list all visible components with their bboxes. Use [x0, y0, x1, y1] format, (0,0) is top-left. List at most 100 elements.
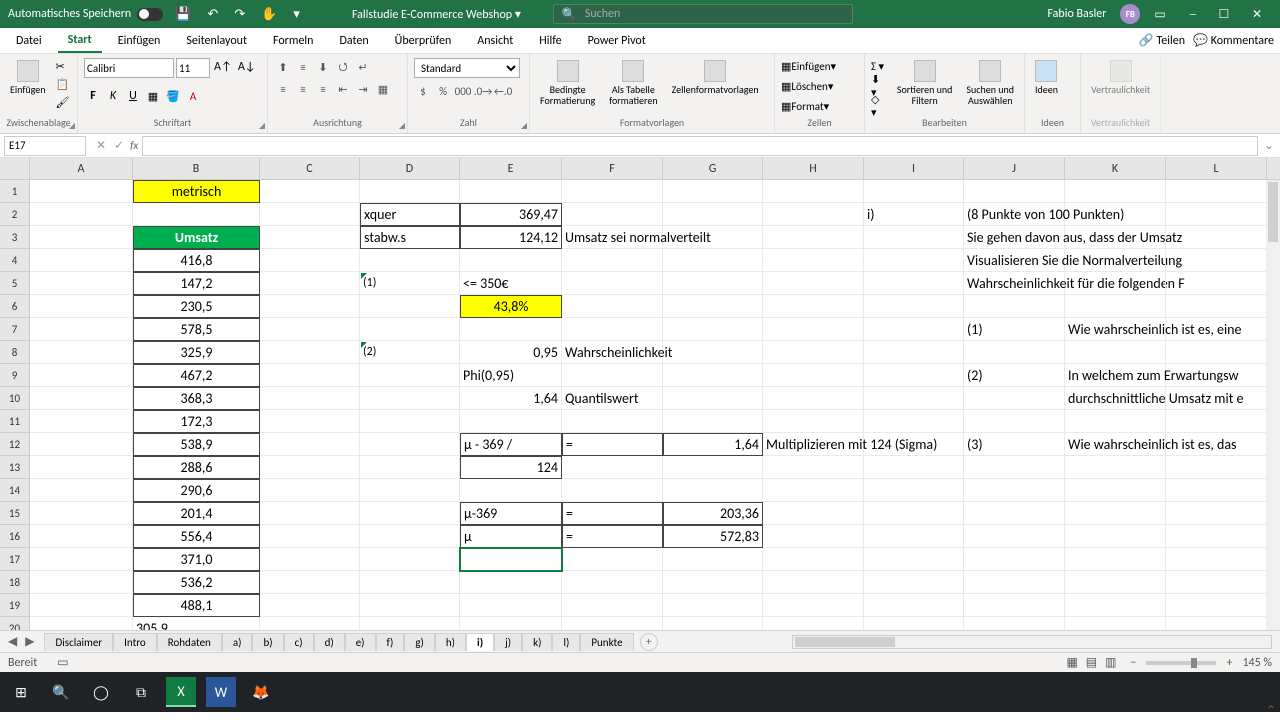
fill-button[interactable]: ⬇ ▾ [871, 78, 887, 94]
ideas-button[interactable]: Ideen [1031, 58, 1062, 97]
italic-button[interactable]: K [104, 87, 122, 105]
vertical-scrollbar[interactable] [1266, 180, 1280, 630]
insert-cells[interactable]: ▦ Einfügen ▾ [781, 58, 836, 74]
cell-H1[interactable] [763, 180, 864, 203]
cell-K20[interactable] [1065, 617, 1166, 630]
cell-J13[interactable] [964, 456, 1065, 479]
cell-C17[interactable] [260, 548, 360, 571]
cell-D19[interactable] [360, 594, 460, 617]
redo-icon[interactable]: ↷ [234, 7, 245, 22]
cell-D3[interactable]: stabw.s [360, 226, 460, 249]
cell-G17[interactable] [663, 548, 763, 571]
minimize-button[interactable]: ─ [1180, 8, 1206, 22]
zoom-in-icon[interactable]: + [1226, 656, 1232, 670]
cell-G16[interactable]: 572,83 [663, 525, 763, 548]
row-header-9[interactable]: 9 [0, 364, 30, 387]
cell-H7[interactable] [763, 318, 864, 341]
cell-L12[interactable] [1166, 433, 1267, 456]
cell-B9[interactable]: 467,2 [133, 364, 260, 387]
cell-G18[interactable] [663, 571, 763, 594]
cell-B19[interactable]: 488,1 [133, 594, 260, 617]
col-header-E[interactable]: E [460, 158, 562, 179]
indent-inc[interactable]: ⇥ [354, 80, 372, 98]
search-taskbar-icon[interactable]: 🔍 [46, 677, 76, 707]
cell-L4[interactable] [1166, 249, 1267, 272]
cell-B11[interactable]: 172,3 [133, 410, 260, 433]
font-size[interactable] [176, 58, 210, 78]
bold-button[interactable]: F [84, 87, 102, 105]
cell-E16[interactable]: µ [460, 525, 562, 548]
cell-G5[interactable] [663, 272, 763, 295]
clear-button[interactable]: ◇ ▾ [871, 98, 887, 114]
cut-icon[interactable]: ✂ [56, 58, 70, 74]
delete-cells[interactable]: ▦ Löschen ▾ [781, 78, 836, 94]
cell-I18[interactable] [864, 571, 964, 594]
col-header-J[interactable]: J [964, 158, 1065, 179]
cell-J10[interactable] [964, 387, 1065, 410]
cell-D15[interactable] [360, 502, 460, 525]
cell-J2[interactable]: (8 Punkte von 100 Punkten) [964, 203, 1065, 226]
cell-J5[interactable]: Wahrscheinlichkeit für die folgenden F [964, 272, 1065, 295]
col-header-D[interactable]: D [360, 158, 460, 179]
cell-H5[interactable] [763, 272, 864, 295]
cell-C6[interactable] [260, 295, 360, 318]
tab-ansicht[interactable]: Ansicht [467, 30, 523, 52]
col-header-F[interactable]: F [562, 158, 663, 179]
cell-F20[interactable] [562, 617, 663, 630]
cell-F7[interactable] [562, 318, 663, 341]
cell-A14[interactable] [30, 479, 133, 502]
cell-G14[interactable] [663, 479, 763, 502]
cell-A10[interactable] [30, 387, 133, 410]
enter-formula-icon[interactable]: ✓ [114, 138, 124, 153]
cell-I15[interactable] [864, 502, 964, 525]
cell-I13[interactable] [864, 456, 964, 479]
cell-K2[interactable] [1065, 203, 1166, 226]
fx-icon[interactable]: fx [130, 139, 138, 152]
cell-E9[interactable]: Phi(0,95) [460, 364, 562, 387]
copy-icon[interactable]: 📋 [56, 76, 70, 92]
cell-J4[interactable]: Visualisieren Sie die Normalverteilung [964, 249, 1065, 272]
cell-F2[interactable] [562, 203, 663, 226]
cell-L10[interactable] [1166, 387, 1267, 410]
col-header-G[interactable]: G [663, 158, 763, 179]
cell-H11[interactable] [763, 410, 864, 433]
record-macro-icon[interactable]: ▭ [57, 655, 68, 670]
number-format[interactable]: Standard [414, 58, 520, 78]
cell-K10[interactable]: durchschnittliche Umsatz mit e [1065, 387, 1166, 410]
cell-K14[interactable] [1065, 479, 1166, 502]
row-header-19[interactable]: 19 [0, 594, 30, 617]
row-header-2[interactable]: 2 [0, 203, 30, 226]
cell-G8[interactable] [663, 341, 763, 364]
row-header-5[interactable]: 5 [0, 272, 30, 295]
cell-C10[interactable] [260, 387, 360, 410]
cell-C1[interactable] [260, 180, 360, 203]
user-name[interactable]: Fabio Basler [1047, 7, 1106, 21]
cell-F3[interactable]: Umsatz sei normalverteilt [562, 226, 663, 249]
cell-H10[interactable] [763, 387, 864, 410]
align-top[interactable]: ⬆ [274, 58, 292, 76]
row-header-17[interactable]: 17 [0, 548, 30, 571]
cell-B3[interactable]: Umsatz [133, 226, 260, 249]
cell-J11[interactable] [964, 410, 1065, 433]
sheet-tab-Disclaimer[interactable]: Disclaimer [44, 633, 113, 651]
cell-D1[interactable] [360, 180, 460, 203]
tab-ueberpruefen[interactable]: Überprüfen [385, 30, 462, 52]
cell-B8[interactable]: 325,9 [133, 341, 260, 364]
row-header-15[interactable]: 15 [0, 502, 30, 525]
cell-F18[interactable] [562, 571, 663, 594]
task-view-icon[interactable]: ⧉ [126, 677, 156, 707]
cell-H19[interactable] [763, 594, 864, 617]
cell-A11[interactable] [30, 410, 133, 433]
cell-A18[interactable] [30, 571, 133, 594]
cell-L16[interactable] [1166, 525, 1267, 548]
percent-icon[interactable]: % [434, 82, 452, 100]
cell-H4[interactable] [763, 249, 864, 272]
cell-C20[interactable] [260, 617, 360, 630]
cell-K5[interactable] [1065, 272, 1166, 295]
cell-A13[interactable] [30, 456, 133, 479]
cell-E7[interactable] [460, 318, 562, 341]
autosum[interactable]: Σ ▾ [871, 58, 887, 74]
cell-D2[interactable]: xquer [360, 203, 460, 226]
cell-B2[interactable] [133, 203, 260, 226]
page-break-icon[interactable]: ▥ [1101, 656, 1120, 670]
